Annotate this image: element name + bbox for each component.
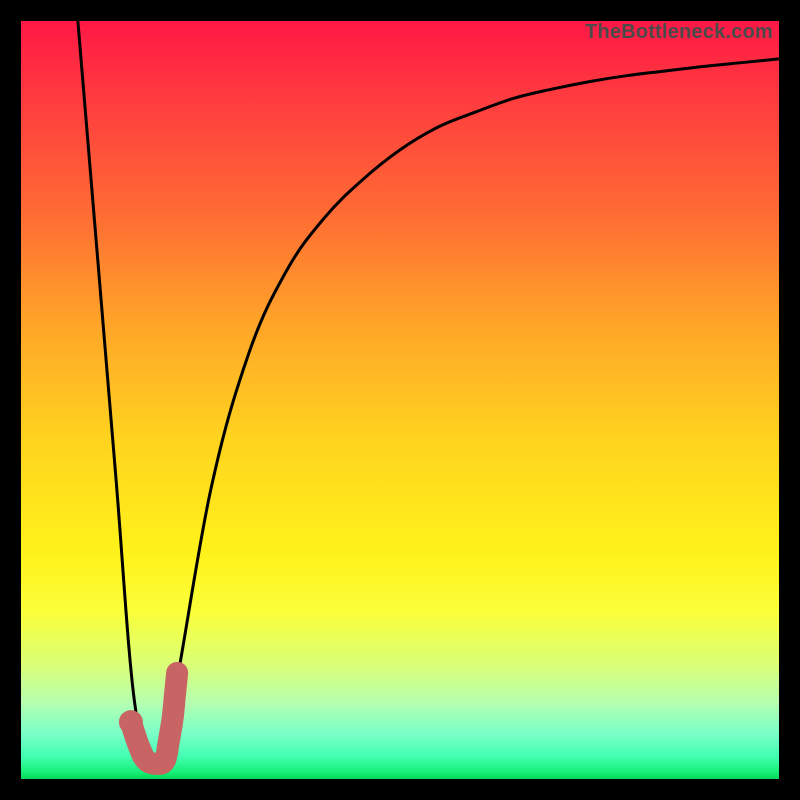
chart-frame: TheBottleneck.com	[0, 0, 800, 800]
bottleneck-curve	[78, 21, 779, 756]
optimal-point-dot	[119, 710, 143, 734]
curve-overlay	[21, 21, 779, 779]
plot-area: TheBottleneck.com	[21, 21, 779, 779]
